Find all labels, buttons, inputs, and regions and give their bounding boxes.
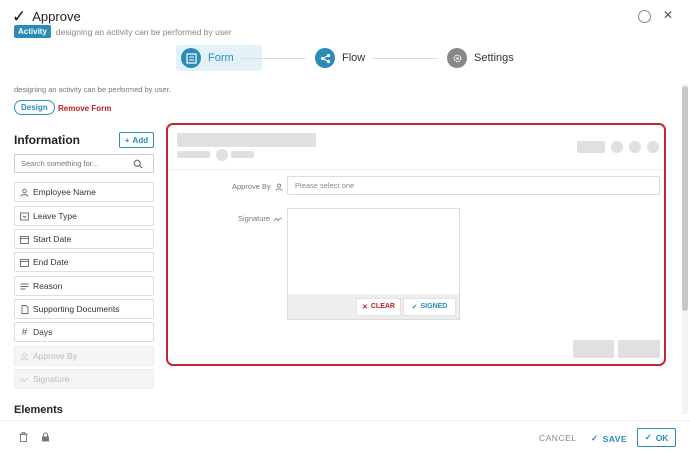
user-icon	[275, 183, 283, 191]
approve-by-select[interactable]: Please select one	[287, 176, 660, 195]
signature-pad[interactable]: ✕ CLEAR ✓ SIGNED	[287, 208, 460, 320]
form-icon	[181, 48, 201, 68]
search-box[interactable]	[14, 154, 154, 173]
search-icon	[133, 159, 143, 168]
calendar-icon	[20, 235, 29, 244]
field-label: End Date	[33, 257, 69, 267]
step-settings[interactable]: Settings	[447, 48, 514, 68]
field-label: Reason	[33, 281, 63, 291]
page-title: Approve	[32, 9, 81, 24]
field-label: Days	[33, 327, 53, 337]
field-label: Employee Name	[33, 187, 96, 197]
clear-button[interactable]: ✕ CLEAR	[356, 297, 401, 316]
form-description: designing an activity can be performed b…	[14, 85, 171, 94]
title-placeholder	[177, 133, 316, 147]
field-leave-type[interactable]: Leave Type	[14, 206, 154, 226]
add-label: Add	[132, 135, 149, 145]
plus-icon: +	[124, 135, 130, 145]
field-signature: Signature	[14, 369, 154, 389]
approve-by-label: Approve By	[232, 182, 271, 191]
add-button[interactable]: + Add	[119, 132, 154, 148]
flow-icon	[315, 48, 335, 68]
approve-by-label-row: Approve By	[232, 182, 283, 191]
window-title: ✓ Approve	[12, 8, 81, 25]
check-icon: ✓	[12, 7, 27, 26]
save-label: SAVE	[602, 433, 628, 444]
button-placeholder	[573, 340, 614, 358]
signed-button[interactable]: ✓ SIGNED	[403, 297, 456, 316]
lock-icon[interactable]	[40, 432, 50, 442]
save-button[interactable]: ✓ SAVE	[591, 433, 627, 444]
subtitle: designing an activity can be performed b…	[55, 26, 232, 37]
step-flow[interactable]: Flow	[315, 48, 365, 68]
field-approve-by: Approve By	[14, 346, 154, 366]
remove-form-button[interactable]: Remove Form	[58, 104, 111, 113]
user-icon	[20, 188, 29, 197]
check-icon: ✓	[591, 433, 599, 443]
action-circle-placeholder	[629, 141, 641, 153]
activity-badge: Activity	[14, 25, 51, 38]
design-button[interactable]: Design	[14, 100, 55, 115]
dropdown-icon	[20, 212, 29, 221]
check-icon: ✓	[411, 303, 418, 311]
ok-button[interactable]: ✓ OK	[637, 428, 676, 447]
calendar-icon	[20, 258, 29, 267]
field-start-date[interactable]: Start Date	[14, 229, 154, 249]
action-circle-placeholder	[647, 141, 659, 153]
signature-icon	[20, 375, 29, 384]
scrollbar-thumb[interactable]	[682, 86, 688, 311]
hash-icon: #	[21, 326, 28, 338]
field-days[interactable]: # Days	[14, 322, 154, 342]
form-canvas[interactable]: Approve By Please select one Signature ✕…	[166, 123, 666, 366]
field-label: Signature	[33, 374, 70, 384]
step-form-label: Form	[208, 52, 234, 64]
field-label: Supporting Documents	[33, 304, 120, 314]
information-heading: Information	[14, 133, 80, 147]
search-input[interactable]	[21, 159, 133, 168]
trash-icon[interactable]	[18, 432, 28, 442]
field-supporting-documents[interactable]: Supporting Documents	[14, 299, 154, 319]
subtitle-placeholder	[177, 151, 210, 158]
action-circle-placeholder	[611, 141, 623, 153]
subtitle-row: Activity designing an activity can be pe…	[14, 25, 232, 38]
canvas-divider	[168, 169, 664, 170]
file-icon	[20, 304, 29, 314]
subtitle-placeholder	[231, 151, 254, 158]
field-reason[interactable]: Reason	[14, 276, 154, 296]
signature-icon	[274, 217, 282, 221]
field-employee-name[interactable]: Employee Name	[14, 182, 154, 202]
step-flow-label: Flow	[342, 52, 366, 64]
cancel-button[interactable]: CANCEL	[539, 433, 576, 443]
footer-divider	[0, 420, 690, 421]
field-label: Leave Type	[33, 211, 77, 221]
gear-icon	[447, 48, 467, 68]
elements-heading: Elements	[14, 404, 63, 416]
button-placeholder	[618, 340, 660, 358]
avatar-placeholder	[216, 149, 228, 161]
check-icon: ✓	[644, 432, 652, 442]
action-placeholder	[577, 141, 605, 153]
clear-label: CLEAR	[370, 303, 395, 310]
signature-toolbar: ✕ CLEAR ✓ SIGNED	[288, 294, 459, 319]
field-label: Approve By	[33, 351, 77, 361]
signed-label: SIGNED	[420, 303, 448, 310]
field-label: Start Date	[33, 234, 72, 244]
close-icon[interactable]: ✕	[663, 8, 673, 22]
signature-label-row: Signature	[238, 214, 282, 223]
step-settings-label: Settings	[474, 52, 514, 64]
step-connector	[372, 58, 438, 59]
status-circle-icon[interactable]	[638, 10, 651, 23]
text-lines-icon	[20, 282, 29, 291]
field-end-date[interactable]: End Date	[14, 252, 154, 272]
signature-label: Signature	[238, 214, 271, 223]
close-icon: ✕	[362, 303, 368, 311]
ok-label: OK	[655, 432, 669, 443]
step-connector	[240, 58, 306, 59]
user-icon	[20, 352, 29, 361]
